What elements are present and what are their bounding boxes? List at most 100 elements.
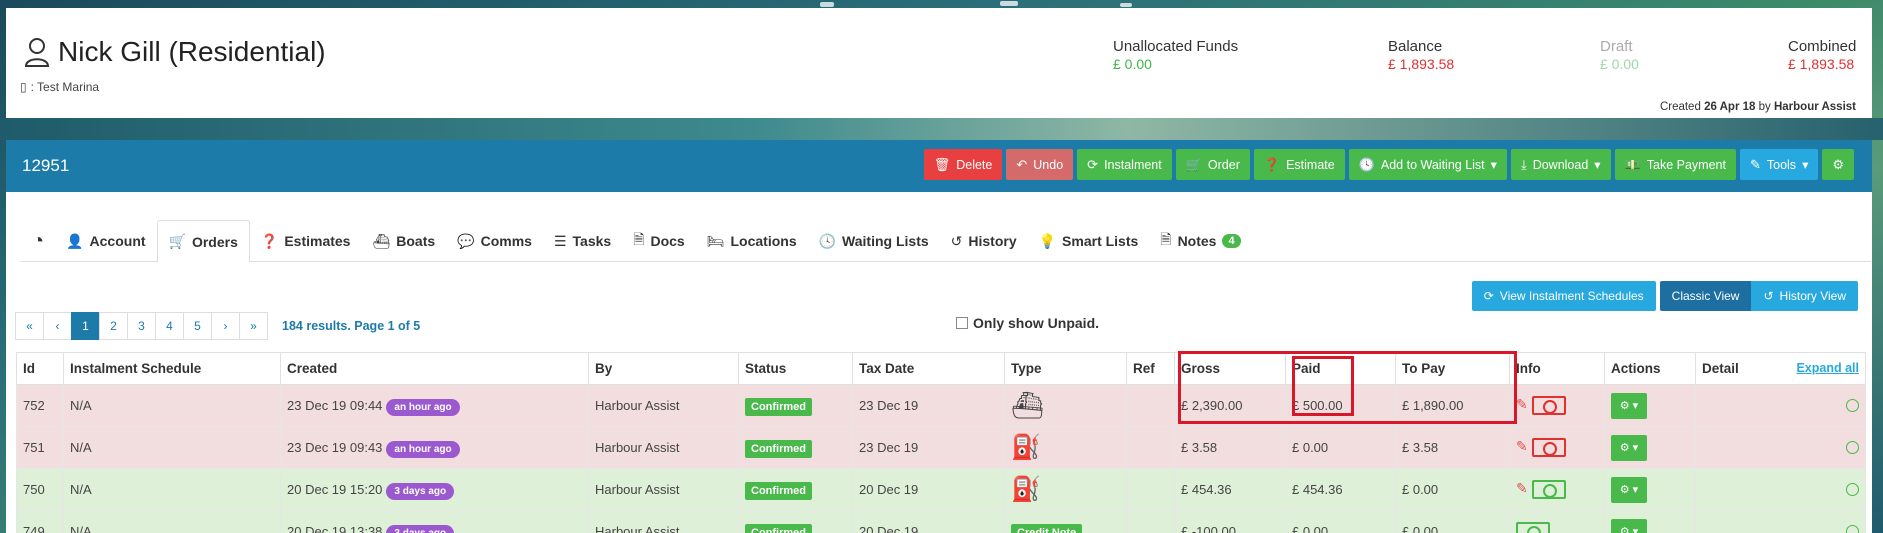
undo-button[interactable]: ↶ Undo [1006, 149, 1074, 180]
estimate-button[interactable]: ❓ Estimate [1253, 149, 1345, 180]
created-by-name: Harbour Assist [1773, 101, 1856, 113]
credit-note-badge: Credit Note [1011, 524, 1083, 533]
row-tax-date: 20 Dec 19 [852, 510, 1005, 533]
settings-button[interactable]: ⚙ [1822, 149, 1854, 180]
col-schedule[interactable]: Instalment Schedule [63, 352, 281, 385]
unpaid-checkbox[interactable] [956, 317, 968, 329]
tab-boats[interactable]: ⛴ Boats [361, 220, 446, 262]
clock-icon: 🕓 [818, 232, 837, 249]
note-icon: 🗎 [1160, 231, 1172, 247]
page-2[interactable]: 2 [99, 312, 128, 340]
page-first[interactable]: « [15, 312, 44, 340]
row-info: ✎ [1509, 426, 1605, 469]
table-row[interactable]: 750 N/A 20 Dec 19 15:20 3 days ago Harbou… [16, 468, 1866, 511]
cash-icon[interactable] [1531, 480, 1566, 500]
order-button[interactable]: 🛒 Order [1175, 149, 1250, 180]
expand-row-icon[interactable] [1846, 399, 1859, 412]
tab-account[interactable]: 👤 Account [55, 220, 156, 262]
col-created[interactable]: Created [280, 352, 589, 385]
pencil-icon[interactable]: ✎ [1516, 396, 1528, 412]
row-detail [1695, 510, 1866, 533]
row-paid: £ 0.00 [1285, 426, 1396, 469]
col-type[interactable]: Type [1004, 352, 1127, 385]
expand-row-icon[interactable] [1846, 441, 1859, 454]
col-gross[interactable]: Gross [1174, 352, 1286, 385]
tab-waiting-lists[interactable]: 🕓 Waiting Lists [808, 220, 940, 262]
table-row[interactable]: 751 N/A 23 Dec 19 09:43 an hour ago Harbo… [16, 426, 1866, 469]
view-instalment-schedules-button[interactable]: ⟳ View Instalment Schedules [1471, 281, 1656, 311]
row-actions-button[interactable]: ⚙ ▾ [1611, 434, 1647, 461]
clock-icon: 🕓 [1358, 156, 1375, 172]
marina-name: : Test Marina [30, 80, 100, 94]
col-tax-date[interactable]: Tax Date [852, 352, 1005, 385]
cash-icon[interactable] [1531, 438, 1566, 458]
col-status[interactable]: Status [738, 352, 853, 385]
only-unpaid-filter[interactable]: Only show Unpaid. [956, 315, 1099, 331]
waiting-label: Add to Waiting List [1380, 157, 1485, 172]
tab-estimates[interactable]: ❓ Estimates [250, 220, 362, 262]
tab-boats-label: Boats [396, 233, 436, 249]
col-ref[interactable]: Ref [1126, 352, 1175, 385]
take-payment-button[interactable]: 💵 Take Payment [1614, 149, 1736, 180]
bed-icon: 🛏 [706, 232, 725, 249]
cash-icon[interactable] [1531, 396, 1566, 416]
page-3[interactable]: 3 [127, 312, 156, 340]
col-info[interactable]: Info [1509, 352, 1605, 385]
row-info: ✎ [1509, 384, 1605, 427]
tab-locations[interactable]: 🛏 Locations [696, 220, 808, 262]
cash-icon[interactable] [1516, 522, 1550, 533]
history-view-button[interactable]: ↺ History View [1751, 281, 1858, 311]
cart-icon: 🛒 [1185, 156, 1202, 172]
detail-label: Detail [1702, 361, 1739, 376]
row-actions-button[interactable]: ⚙ ▾ [1611, 392, 1647, 419]
add-waiting-list-button[interactable]: 🕓 Add to Waiting List ▾ [1348, 149, 1507, 180]
row-actions-button[interactable]: ⚙ ▾ [1611, 518, 1647, 533]
instalment-button[interactable]: ⟳ Instalment [1077, 149, 1172, 180]
tools-button[interactable]: ✎ Tools ▾ [1739, 149, 1819, 180]
undo-label: Undo [1033, 157, 1064, 172]
row-schedule: N/A [63, 426, 281, 469]
col-id[interactable]: Id [16, 352, 64, 385]
page-prev[interactable]: ‹ [43, 312, 72, 340]
tab-orders[interactable]: 🛒 Orders [156, 220, 250, 263]
time-ago-badge: an hour ago [386, 441, 460, 458]
tab-notes[interactable]: 🗎 Notes 4 [1149, 220, 1251, 262]
col-to-pay[interactable]: To Pay [1395, 352, 1510, 385]
row-actions-button[interactable]: ⚙ ▾ [1611, 476, 1647, 503]
classic-view-button[interactable]: Classic View [1659, 281, 1752, 311]
expand-row-icon[interactable] [1846, 525, 1859, 533]
tab-tasks[interactable]: ☰ Tasks [543, 220, 622, 262]
boat-icon: ⛴ [372, 232, 391, 249]
tab-dashboard[interactable]: ◔ [21, 220, 55, 262]
draft-value: £ 0.00 [1600, 56, 1639, 72]
col-by[interactable]: By [588, 352, 739, 385]
pencil-icon[interactable]: ✎ [1516, 438, 1528, 454]
combined: Combined £ 1,893.58 [1788, 38, 1856, 72]
table-row[interactable]: 749 N/A 20 Dec 19 13:383 days ago Harbou… [16, 510, 1866, 533]
page-1[interactable]: 1 [71, 312, 100, 340]
page-last[interactable]: » [239, 312, 268, 340]
row-schedule: N/A [63, 510, 281, 533]
table-row[interactable]: 752 N/A 23 Dec 19 09:44 an hour ago Harbo… [16, 384, 1866, 427]
row-ref [1126, 426, 1175, 469]
tab-history[interactable]: ↺ History [940, 220, 1028, 262]
row-created: 20 Dec 19 13:383 days ago [280, 510, 589, 533]
expand-row-icon[interactable] [1846, 483, 1859, 496]
caret-down-icon: ▾ [1594, 158, 1601, 172]
download-button[interactable]: ⤓ Download ▾ [1510, 149, 1611, 180]
tab-smart-lists[interactable]: 💡 Smart Lists [1028, 220, 1150, 262]
col-paid[interactable]: Paid [1285, 352, 1396, 385]
page-4[interactable]: 4 [155, 312, 184, 340]
delete-button[interactable]: 🗑 Delete [923, 149, 1003, 180]
row-type: ⛴ [1004, 384, 1127, 427]
caret-down-icon: ▾ [1490, 158, 1497, 172]
fuel-pump-icon: ⛽ [1011, 434, 1041, 461]
page-next[interactable]: › [211, 312, 240, 340]
expand-all-link[interactable]: Expand all [1796, 361, 1859, 375]
tab-comms[interactable]: 💬 Comms [446, 220, 543, 262]
tab-docs[interactable]: 🗎 Docs [622, 220, 696, 262]
col-actions[interactable]: Actions [1604, 352, 1696, 385]
pencil-icon[interactable]: ✎ [1516, 480, 1528, 496]
page-5[interactable]: 5 [183, 312, 212, 340]
tab-smart-label: Smart Lists [1062, 233, 1139, 249]
